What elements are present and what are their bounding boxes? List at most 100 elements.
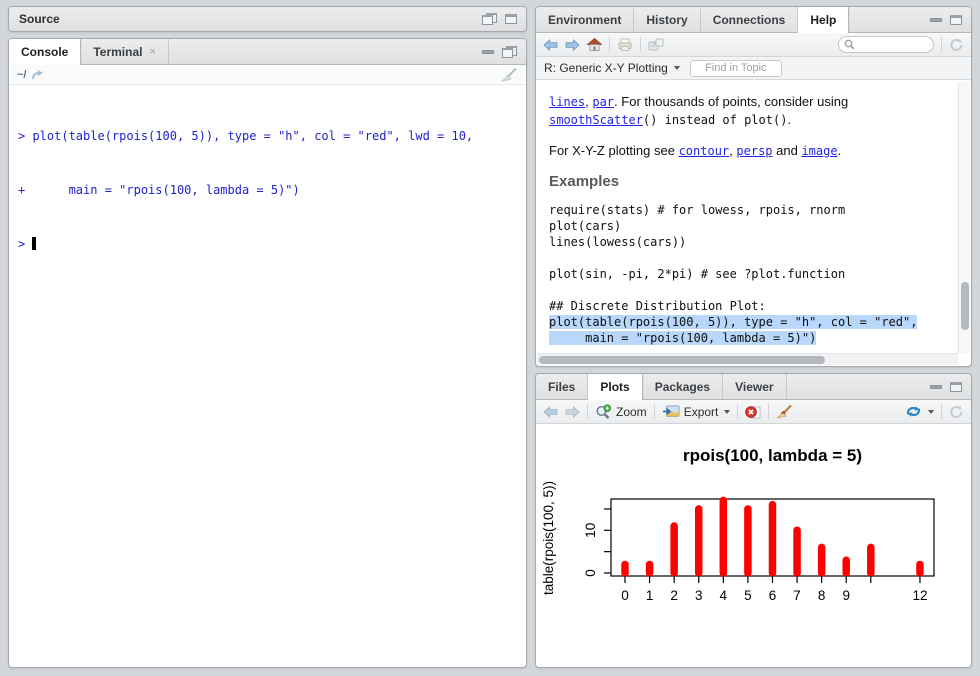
source-pane: Source [8,6,527,32]
help-paragraph: lines, par. For thousands of points, con… [549,93,954,129]
help-code-line [549,250,954,266]
tab-packages-label: Packages [655,380,710,394]
help-code-line: plot(sin, -pi, 2*pi) # see ?plot.functio… [549,266,954,282]
close-terminal-icon[interactable]: × [149,46,155,58]
rstudio-window: Source Console Terminal × ~/ [0,0,980,676]
maximize-pane-icon[interactable] [505,14,517,24]
tab-connections[interactable]: Connections [701,7,799,32]
svg-text:2: 2 [670,588,678,603]
next-plot-icon[interactable] [565,406,580,418]
link-par[interactable]: par [592,95,614,109]
zoom-plot-icon [595,404,612,419]
restore-pane-icon[interactable] [482,13,497,25]
tab-files-label: Files [548,380,575,394]
help-code-line [549,282,954,298]
help-toolbar [536,33,971,57]
plots-pane: Files Plots Packages Viewer [535,373,972,668]
help-vertical-scrollbar[interactable] [958,82,970,353]
help-code-line: require(stats) # for lowess, rpois, rnor… [549,202,954,218]
link-contour[interactable]: contour [679,144,730,158]
plot-display-area: rpois(100, lambda = 5)table(rpois(100, 5… [537,425,970,666]
svg-text:5: 5 [744,588,752,603]
maximize-pane-icon[interactable] [950,382,962,392]
svg-text:12: 12 [912,588,927,603]
svg-text:0: 0 [583,569,598,577]
console-prompt: > [18,237,32,251]
forward-icon[interactable] [565,39,580,51]
help-tabbar: Environment History Connections Help [536,7,971,33]
link-image[interactable]: image [801,144,837,158]
tab-help[interactable]: Help [798,7,849,33]
tab-environment[interactable]: Environment [536,7,634,32]
svg-text:table(rpois(100, 5)): table(rpois(100, 5)) [541,481,556,595]
refresh-icon[interactable] [949,38,964,52]
clear-all-plots-icon[interactable] [776,404,793,419]
tab-plots[interactable]: Plots [588,374,642,400]
minimize-pane-icon[interactable] [482,50,494,54]
help-topic-selector[interactable]: R: Generic X-Y Plotting [544,61,680,75]
svg-text:9: 9 [842,588,850,603]
console-line: > plot(table(rpois(100, 5)), type = "h",… [18,127,517,145]
home-icon[interactable] [587,38,602,51]
console-tabbar: Console Terminal × [9,39,526,65]
help-search-input[interactable] [858,39,928,51]
find-in-topic-input[interactable] [690,60,782,77]
source-pane-header: Source [9,7,526,31]
previous-plot-icon[interactable] [543,406,558,418]
tab-connections-label: Connections [713,13,786,27]
back-icon[interactable] [543,39,558,51]
console-pane: Console Terminal × ~/ [8,38,527,668]
tab-files[interactable]: Files [536,374,588,399]
clipped-text-row [549,88,954,91]
examples-heading: Examples [549,173,954,190]
link-persp[interactable]: persp [736,144,772,158]
console-path-row: ~/ [9,65,526,85]
svg-text:1: 1 [646,588,654,603]
svg-text:10: 10 [583,523,598,538]
remove-plot-icon[interactable] [745,405,761,419]
export-label: Export [684,405,719,419]
svg-text:8: 8 [818,588,826,603]
tab-history[interactable]: History [634,7,700,32]
zoom-plot-button[interactable]: Zoom [595,404,647,419]
goto-directory-icon[interactable] [31,70,45,80]
tab-console-label: Console [21,45,68,59]
tab-terminal[interactable]: Terminal × [81,39,169,64]
show-in-new-window-icon[interactable] [648,38,664,51]
console-input-area[interactable]: > plot(table(rpois(100, 5)), type = "h",… [10,86,525,666]
svg-text:6: 6 [769,588,777,603]
link-lines[interactable]: lines [549,95,585,109]
tab-console[interactable]: Console [9,39,81,65]
link-smoothscatter[interactable]: smoothScatter [549,113,643,127]
minimize-pane-icon[interactable] [930,18,942,22]
tab-packages[interactable]: Packages [643,374,723,399]
chevron-down-icon [674,66,680,70]
restore-pane-icon[interactable] [502,46,517,58]
tab-viewer-label: Viewer [735,380,773,394]
source-pane-title: Source [9,7,70,31]
refresh-plot-icon[interactable] [949,405,964,419]
clear-console-icon[interactable] [501,67,518,82]
scrollbar-thumb[interactable] [961,282,969,330]
export-plot-icon [662,405,680,418]
plots-toolbar: Zoom Export [536,400,971,424]
console-prompt-line: > [18,235,517,253]
minimize-pane-icon[interactable] [930,385,942,389]
help-code-line: ## Discrete Distribution Plot: [549,298,954,314]
svg-text:4: 4 [720,588,728,603]
publish-icon [905,405,922,418]
help-paragraph: For X-Y-Z plotting see contour, persp an… [549,142,954,160]
help-search-box[interactable] [838,36,934,53]
export-plot-button[interactable]: Export [662,405,731,419]
svg-text:7: 7 [793,588,801,603]
maximize-pane-icon[interactable] [950,15,962,25]
publish-button[interactable] [905,405,934,418]
print-icon[interactable] [617,38,633,51]
help-horizontal-scrollbar[interactable] [537,353,958,365]
chevron-down-icon [724,410,730,414]
help-code-line: lines(lowess(cars)) [549,234,954,250]
tab-viewer[interactable]: Viewer [723,374,786,399]
help-code-line: plot(table(rpois(100, 5)), type = "h", c… [549,314,954,330]
plot-image: rpois(100, lambda = 5)table(rpois(100, 5… [537,425,972,667]
scrollbar-thumb[interactable] [539,356,825,364]
